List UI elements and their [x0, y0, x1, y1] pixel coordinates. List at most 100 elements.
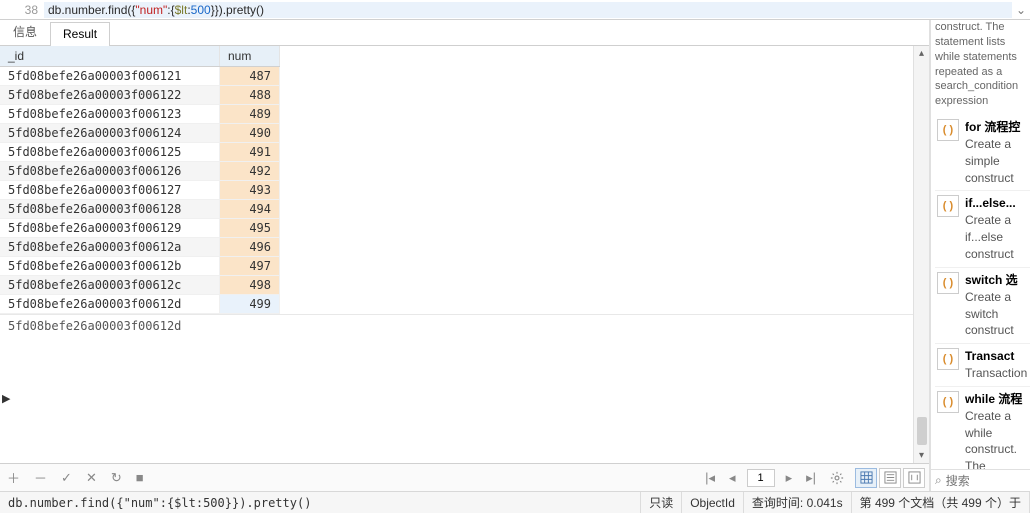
table-row[interactable]: 5fd08befe26a00003f00612d499 — [0, 295, 280, 314]
cell-id[interactable]: 5fd08befe26a00003f006128 — [0, 200, 220, 219]
chevron-down-icon[interactable]: ⌄ — [1012, 3, 1030, 17]
cell-id[interactable]: 5fd08befe26a00003f006126 — [0, 162, 220, 181]
table-row[interactable]: 5fd08befe26a00003f00612a496 — [0, 238, 280, 257]
snippet-item[interactable]: ( ) while 流程 Create a while construct. The… — [935, 387, 1030, 469]
cell-id[interactable]: 5fd08befe26a00003f00612a — [0, 238, 220, 257]
snippet-icon: ( ) — [937, 272, 959, 294]
snippet-title: if...else... — [965, 196, 1016, 210]
cell-num[interactable]: 497 — [220, 257, 280, 276]
snippet-item[interactable]: ( ) for 流程控 Create a simple construct — [935, 115, 1030, 191]
table-row[interactable]: 5fd08befe26a00003f00612c498 — [0, 276, 280, 295]
snippet-icon: ( ) — [937, 119, 959, 141]
confirm-button[interactable]: ✓ — [58, 468, 75, 488]
snippet-title: while 流程 — [965, 392, 1022, 406]
snippet-title: switch 选 — [965, 273, 1018, 287]
snippet-item[interactable]: ( )if...else...Create a if...else constr… — [935, 191, 1030, 267]
col-header-num[interactable]: num — [220, 46, 280, 67]
col-header-id[interactable]: _id — [0, 46, 220, 67]
refresh-button[interactable]: ↻ — [108, 468, 125, 488]
snippet-intro-text: construct. The statement lists while sta… — [931, 20, 1030, 113]
table-row[interactable]: 5fd08befe26a00003f006125491 — [0, 143, 280, 162]
add-row-button[interactable]: ＋ — [4, 466, 23, 489]
search-input[interactable] — [946, 474, 1030, 488]
status-type: ObjectId — [682, 492, 744, 513]
cell-num[interactable]: 496 — [220, 238, 280, 257]
cell-num[interactable]: 493 — [220, 181, 280, 200]
table-row[interactable]: 5fd08befe26a00003f006123489 — [0, 105, 280, 124]
snippet-title: Transact — [965, 349, 1014, 363]
first-page-button[interactable]: |◂ — [702, 468, 718, 488]
page-input[interactable] — [747, 469, 775, 487]
cell-id[interactable]: 5fd08befe26a00003f006124 — [0, 124, 220, 143]
table-row[interactable]: 5fd08befe26a00003f006127493 — [0, 181, 280, 200]
cell-id[interactable]: 5fd08befe26a00003f006127 — [0, 181, 220, 200]
json-icon — [908, 471, 921, 484]
cell-id[interactable]: 5fd08befe26a00003f006121 — [0, 67, 220, 86]
snippet-search[interactable]: ⌕ — [931, 469, 1030, 491]
status-docs: 第 499 个文档（共 499 个）于 — [852, 492, 1030, 513]
cell-num[interactable]: 489 — [220, 105, 280, 124]
table-row[interactable]: 5fd08befe26a00003f006128494 — [0, 200, 280, 219]
status-time: 查询时间: 0.041s — [744, 492, 852, 513]
grid-toolbar: ＋ － ✓ ✕ ↻ ■ |◂ ◂ ▸ ▸| — [0, 463, 929, 491]
cell-id[interactable]: 5fd08befe26a00003f006123 — [0, 105, 220, 124]
snippet-item[interactable]: ( )TransactTransaction — [935, 344, 1030, 387]
table-row[interactable]: 5fd08befe26a00003f006129495 — [0, 219, 280, 238]
cell-num[interactable]: 499 — [220, 295, 280, 314]
cell-id[interactable]: 5fd08befe26a00003f00612d — [0, 295, 220, 314]
table-row[interactable]: 5fd08befe26a00003f006122488 — [0, 86, 280, 105]
row-pointer-icon: ▶ — [2, 392, 10, 405]
cell-id[interactable]: 5fd08befe26a00003f00612c — [0, 276, 220, 295]
settings-button[interactable] — [827, 469, 847, 487]
cell-num[interactable]: 487 — [220, 67, 280, 86]
gear-icon — [830, 471, 844, 485]
cell-id[interactable]: 5fd08befe26a00003f006122 — [0, 86, 220, 105]
delete-row-button[interactable]: － — [31, 466, 50, 489]
cell-id[interactable]: 5fd08befe26a00003f006125 — [0, 143, 220, 162]
table-row[interactable]: 5fd08befe26a00003f00612b497 — [0, 257, 280, 276]
last-page-button[interactable]: ▸| — [803, 468, 819, 488]
table-row[interactable]: 5fd08befe26a00003f006121487 — [0, 67, 280, 86]
prev-page-button[interactable]: ◂ — [726, 468, 739, 488]
table-row[interactable]: 5fd08befe26a00003f006126492 — [0, 162, 280, 181]
code-text[interactable]: db.number.find({"num":{$lt:500}}).pretty… — [44, 2, 1012, 18]
table-row[interactable]: 5fd08befe26a00003f006124490 — [0, 124, 280, 143]
cell-id[interactable]: 5fd08befe26a00003f00612b — [0, 257, 220, 276]
snippet-desc: Create a switch construct — [965, 290, 1014, 338]
next-page-button[interactable]: ▸ — [783, 468, 796, 488]
selected-cell-value: 5fd08befe26a00003f00612d — [0, 314, 913, 337]
tab-info[interactable]: 信息 — [0, 18, 50, 45]
snippet-item[interactable]: ( ) switch 选 Create a switch construct — [935, 268, 1030, 344]
status-query: db.number.find({"num":{$lt:500}}).pretty… — [0, 492, 641, 513]
grid-view-button[interactable] — [855, 468, 877, 488]
snippet-icon: ( ) — [937, 195, 959, 217]
tree-icon — [884, 471, 897, 484]
cell-num[interactable]: 488 — [220, 86, 280, 105]
cancel-button[interactable]: ✕ — [83, 468, 100, 488]
cell-id[interactable]: 5fd08befe26a00003f006129 — [0, 219, 220, 238]
cell-num[interactable]: 495 — [220, 219, 280, 238]
cell-num[interactable]: 498 — [220, 276, 280, 295]
grid-icon — [860, 471, 873, 484]
stop-button[interactable]: ■ — [133, 468, 147, 487]
status-readonly: 只读 — [641, 492, 682, 513]
snippet-icon: ( ) — [937, 391, 959, 413]
vertical-scrollbar[interactable]: ▴ ▾ — [913, 46, 929, 463]
cell-num[interactable]: 491 — [220, 143, 280, 162]
snippet-desc: Create a simple construct — [965, 137, 1014, 185]
snippet-desc: Create a while construct. The statement … — [965, 409, 1028, 469]
cell-num[interactable]: 494 — [220, 200, 280, 219]
cell-num[interactable]: 490 — [220, 124, 280, 143]
scroll-thumb[interactable] — [917, 417, 927, 445]
code-editor-line[interactable]: 38 db.number.find({"num":{$lt:500}}).pre… — [0, 0, 1030, 20]
tree-view-button[interactable] — [879, 468, 901, 488]
status-bar: db.number.find({"num":{$lt:500}}).pretty… — [0, 491, 1030, 513]
snippet-title: for 流程控 — [965, 120, 1020, 134]
scroll-up-icon[interactable]: ▴ — [919, 46, 924, 61]
cell-num[interactable]: 492 — [220, 162, 280, 181]
result-table: _id num 5fd08befe26a00003f0061214875fd08… — [0, 46, 280, 314]
tab-result[interactable]: Result — [50, 22, 110, 46]
search-icon: ⌕ — [935, 473, 942, 488]
json-view-button[interactable] — [903, 468, 925, 488]
scroll-down-icon[interactable]: ▾ — [919, 448, 924, 463]
